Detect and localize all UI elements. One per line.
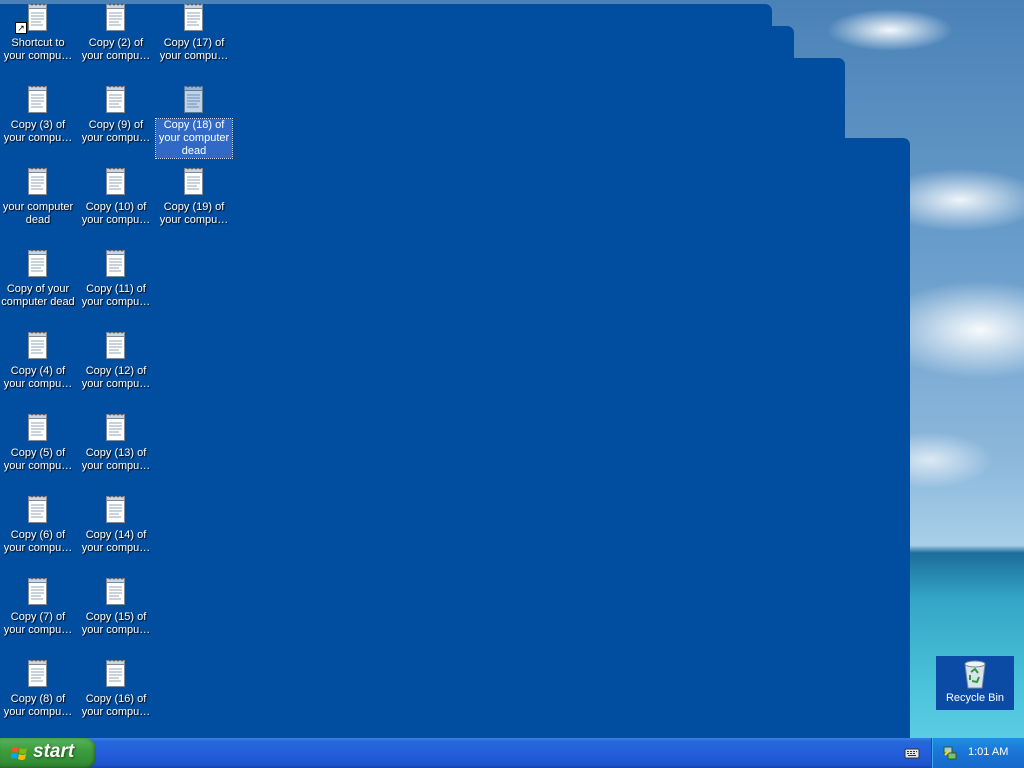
notepad-file-icon (183, 166, 205, 196)
notepad-file-icon (105, 248, 127, 278)
desktop-icon-label: Copy (3) of your compu… (3, 119, 73, 144)
desktop-icon-label: your computer dead (2, 201, 74, 226)
desktop-icon-file[interactable]: Copy (11) of your compu… (78, 248, 154, 309)
desktop-icon-label: Copy of your computer dead (1, 283, 75, 308)
notepad-file-icon (27, 330, 49, 360)
notepad-file-icon (105, 330, 127, 360)
desktop-icon-label: Copy (10) of your compu… (81, 201, 151, 226)
desktop-icon-file[interactable]: Copy (14) of your compu… (78, 494, 154, 555)
notepad-file-icon (105, 84, 127, 114)
desktop-icon-file[interactable]: Copy (15) of your compu… (78, 576, 154, 637)
notepad-shortcut-icon: ↗ (15, 2, 49, 34)
desktop-icon-file[interactable]: Copy of your computer dead (0, 248, 76, 309)
notepad-file-icon (105, 412, 127, 442)
recycle-bin[interactable]: Recycle Bin (936, 656, 1014, 710)
recycle-bin-icon (964, 660, 986, 689)
desktop-icon-label: Copy (15) of your compu… (81, 611, 151, 636)
notepad-file-icon (27, 248, 49, 278)
desktop-icon-file[interactable]: Copy (12) of your compu… (78, 330, 154, 391)
desktop-icon-file[interactable]: Copy (10) of your compu… (78, 166, 154, 227)
desktop-icon-label: Copy (7) of your compu… (3, 611, 73, 636)
desktop-icon-shortcut[interactable]: ↗ Shortcut to your compu… (0, 2, 76, 63)
desktop-icon-label: Copy (17) of your compu… (159, 37, 229, 62)
notepad-file-icon (183, 84, 205, 114)
notepad-file-icon (27, 658, 49, 688)
desktop-icon-label: Copy (8) of your compu… (3, 693, 73, 718)
desktop-icon-file[interactable]: Copy (8) of your compu… (0, 658, 76, 719)
desktop-icon-label: Copy (9) of your compu… (81, 119, 151, 144)
desktop-icon-file[interactable]: Copy (5) of your compu… (0, 412, 76, 473)
notepad-file-icon (27, 166, 49, 196)
shortcut-arrow-icon: ↗ (15, 22, 27, 34)
notepad-file-icon (105, 494, 127, 524)
system-tray: 1:01 AM (931, 738, 1024, 768)
notepad-file-icon (27, 412, 49, 442)
clock[interactable]: 1:01 AM (968, 746, 1008, 758)
desktop-icon-label: Copy (13) of your compu… (81, 447, 151, 472)
notepad-file-icon (105, 658, 127, 688)
desktop-icon-label: Copy (16) of your compu… (81, 693, 151, 718)
desktop-icon-label: Copy (11) of your compu… (81, 283, 151, 308)
desktop-icon-file[interactable]: Copy (9) of your compu… (78, 84, 154, 145)
taskbar: start 1:01 AM (0, 738, 1024, 768)
desktop-icon-label: Shortcut to your compu… (3, 37, 73, 62)
desktop-icon-label: Copy (6) of your compu… (3, 529, 73, 554)
desktop-icon-label: Copy (14) of your compu… (81, 529, 151, 554)
notepad-file-icon (105, 576, 127, 606)
start-label: start (33, 741, 75, 762)
desktop-icon-file[interactable]: Copy (17) of your compu… (156, 2, 232, 63)
desktop-icon-file[interactable]: Copy (2) of your compu… (78, 2, 154, 63)
desktop-icon-label: Copy (12) of your compu… (81, 365, 151, 390)
notepad-file-icon (27, 84, 49, 114)
desktop-icon-label: Copy (19) of your compu… (159, 201, 229, 226)
desktop-icon-file-selected[interactable]: Copy (18) of your computer dead (155, 84, 233, 159)
desktop-icon-file[interactable]: your computer dead (0, 166, 76, 227)
notepad-file-icon (27, 576, 49, 606)
desktop-icon-label: Copy (18) of your computer dead (155, 118, 233, 159)
desktop-icon-label: Copy (2) of your compu… (81, 37, 151, 62)
desktop-icon-file[interactable]: Copy (3) of your compu… (0, 84, 76, 145)
recycle-bin-label: Recycle Bin (945, 692, 1005, 704)
desktop-icon-label: Copy (4) of your compu… (3, 365, 73, 390)
windows-flag-icon (11, 747, 27, 760)
desktop-icon-file[interactable]: Copy (13) of your compu… (78, 412, 154, 473)
desktop-icon-file[interactable]: Copy (4) of your compu… (0, 330, 76, 391)
desktop-icon-file[interactable]: Copy (16) of your compu… (78, 658, 154, 719)
desktop-icon-label: Copy (5) of your compu… (3, 447, 73, 472)
network-icon[interactable] (942, 746, 958, 761)
notepad-file-icon (183, 2, 205, 32)
keyboard-icon[interactable] (904, 746, 920, 760)
notepad-file-icon (27, 494, 49, 524)
notepad-file-icon (105, 2, 127, 32)
desktop-icon-file[interactable]: Copy (6) of your compu… (0, 494, 76, 555)
desktop-icon-file[interactable]: Copy (19) of your compu… (156, 166, 232, 227)
notepad-file-icon (105, 166, 127, 196)
start-button[interactable]: start (0, 738, 96, 768)
desktop-icon-file[interactable]: Copy (7) of your compu… (0, 576, 76, 637)
